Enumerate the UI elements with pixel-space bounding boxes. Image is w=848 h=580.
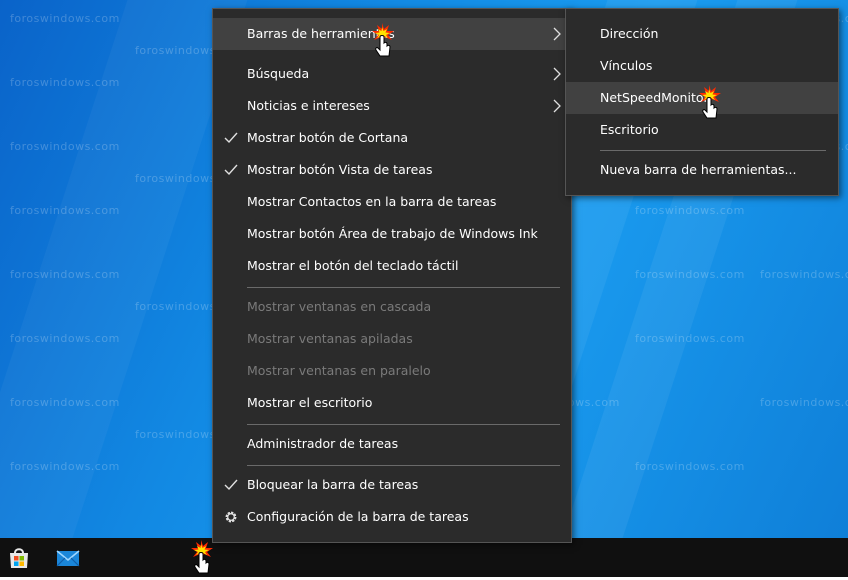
watermark: foroswindows.com	[10, 396, 120, 409]
menu-item-label: Escritorio	[600, 122, 659, 137]
menu-separator	[600, 150, 826, 151]
check-icon	[224, 164, 238, 176]
menu-item-label: Mostrar el botón del teclado táctil	[247, 258, 459, 273]
store-icon[interactable]	[6, 545, 32, 571]
chevron-right-icon	[553, 27, 561, 41]
menu-item-label: Mostrar ventanas en cascada	[247, 299, 432, 314]
menu-item-label: Mostrar ventanas apiladas	[247, 331, 413, 346]
menu-item-cortana[interactable]: Mostrar botón de Cortana	[213, 122, 571, 154]
toolbars-submenu: Dirección Vínculos NetSpeedMonitor Escri…	[565, 8, 839, 196]
watermark: foroswindows.com	[760, 268, 848, 281]
menu-item-windows-ink[interactable]: Mostrar botón Área de trabajo de Windows…	[213, 218, 571, 250]
menu-item-label: Nueva barra de herramientas...	[600, 162, 797, 177]
menu-item-label: Vínculos	[600, 58, 653, 73]
watermark: foroswindows.com	[635, 204, 745, 217]
menu-item-label: Mostrar Contactos en la barra de tareas	[247, 194, 497, 209]
menu-item-news[interactable]: Noticias e intereses	[213, 90, 571, 122]
chevron-right-icon	[553, 99, 561, 113]
menu-item-label: Dirección	[600, 26, 659, 41]
menu-item-label: Mostrar botón Área de trabajo de Windows…	[247, 226, 538, 241]
menu-item-contacts[interactable]: Mostrar Contactos en la barra de tareas	[213, 186, 571, 218]
gear-icon	[225, 511, 237, 523]
menu-item-label: Administrador de tareas	[247, 436, 399, 451]
menu-separator	[247, 424, 560, 425]
menu-separator	[247, 465, 560, 466]
menu-item-task-view[interactable]: Mostrar botón Vista de tareas	[213, 154, 571, 186]
menu-item-task-manager[interactable]: Administrador de tareas	[213, 428, 571, 460]
menu-item-show-desktop[interactable]: Mostrar el escritorio	[213, 387, 571, 419]
watermark: foroswindows.com	[10, 12, 120, 25]
submenu-item-new-toolbar[interactable]: Nueva barra de herramientas...	[566, 154, 838, 186]
menu-item-taskbar-settings[interactable]: Configuración de la barra de tareas	[213, 501, 571, 533]
menu-separator	[247, 287, 560, 288]
hand-cursor-icon	[190, 540, 213, 574]
taskbar-context-menu: Barras de herramientas Búsqueda Noticias…	[212, 8, 572, 543]
menu-item-stacked: Mostrar ventanas apiladas	[213, 323, 571, 355]
menu-item-label: Mostrar botón de Cortana	[247, 130, 409, 145]
check-icon	[224, 132, 238, 144]
watermark: foroswindows.com	[635, 460, 745, 473]
menu-item-search[interactable]: Búsqueda	[213, 58, 571, 90]
menu-item-side-by-side: Mostrar ventanas en paralelo	[213, 355, 571, 387]
menu-item-label: Configuración de la barra de tareas	[247, 509, 469, 524]
submenu-item-links[interactable]: Vínculos	[566, 50, 838, 82]
watermark: foroswindows.com	[760, 396, 848, 409]
watermark: foroswindows.com	[10, 268, 120, 281]
menu-item-cascade: Mostrar ventanas en cascada	[213, 291, 571, 323]
menu-item-touch-keyboard[interactable]: Mostrar el botón del teclado táctil	[213, 250, 571, 282]
watermark: foroswindows.com	[10, 76, 120, 89]
check-icon	[224, 479, 238, 491]
watermark: foroswindows.com	[635, 332, 745, 345]
menu-item-label: Mostrar ventanas en paralelo	[247, 363, 431, 378]
watermark: foroswindows.com	[635, 268, 745, 281]
menu-item-label: NetSpeedMonitor	[600, 90, 709, 105]
hand-cursor-icon	[371, 23, 394, 57]
taskbar[interactable]	[0, 538, 848, 577]
watermark: foroswindows.com	[10, 204, 120, 217]
menu-item-label: Mostrar botón Vista de tareas	[247, 162, 433, 177]
watermark: foroswindows.com	[10, 332, 120, 345]
watermark: foroswindows.com	[10, 140, 120, 153]
menu-item-label: Mostrar el escritorio	[247, 395, 373, 410]
chevron-right-icon	[553, 67, 561, 81]
menu-item-label: Noticias e intereses	[247, 98, 370, 113]
hand-cursor-icon	[698, 85, 721, 119]
menu-item-lock-taskbar[interactable]: Bloquear la barra de tareas	[213, 469, 571, 501]
submenu-item-address[interactable]: Dirección	[566, 18, 838, 50]
watermark: foroswindows.com	[10, 460, 120, 473]
mail-icon[interactable]	[55, 545, 81, 571]
menu-item-label: Bloquear la barra de tareas	[247, 477, 419, 492]
menu-item-label: Búsqueda	[247, 66, 310, 81]
